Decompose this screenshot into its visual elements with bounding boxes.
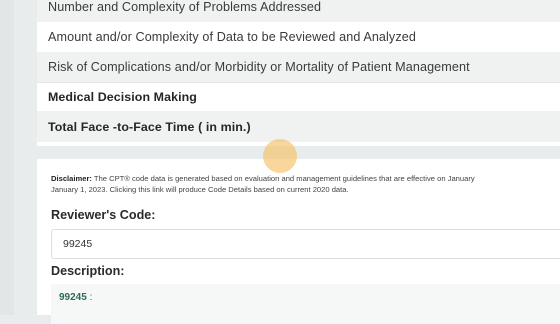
description-label: Description: xyxy=(51,264,125,278)
code-result-panel: Disclaimer: The CPT® code data is genera… xyxy=(37,159,560,324)
row-label: Total Face -to-Face Time ( in min.) xyxy=(48,119,251,134)
row-data-reviewed: Amount and/or Complexity of Data to be R… xyxy=(37,22,560,52)
row-problems-addressed: Number and Complexity of Problems Addres… xyxy=(37,0,560,22)
disclaimer-line-1: The CPT® code data is generated based on… xyxy=(91,174,475,183)
row-label: Risk of Complications and/or Morbidity o… xyxy=(48,60,470,74)
row-label: Amount and/or Complexity of Data to be R… xyxy=(48,30,416,44)
reviewers-code-label: Reviewer's Code: xyxy=(51,208,156,222)
description-code: 99245 : xyxy=(59,292,92,303)
row-total-time: Total Face -to-Face Time ( in min.) xyxy=(37,111,560,142)
row-medical-decision-making: Medical Decision Making xyxy=(37,82,560,112)
reviewers-code-value: 99245 xyxy=(63,238,93,250)
disclaimer-text: Disclaimer: The CPT® code data is genera… xyxy=(51,173,560,195)
reviewers-code-field[interactable]: 99245 xyxy=(51,229,560,259)
row-risk-of-complications: Risk of Complications and/or Morbidity o… xyxy=(37,52,560,82)
cursor-highlight xyxy=(263,139,297,173)
left-gutter xyxy=(0,0,14,315)
description-colon: : xyxy=(86,292,93,303)
row-label: Medical Decision Making xyxy=(48,90,197,104)
description-code-value: 99245 xyxy=(59,292,87,303)
mdm-summary-table: Number and Complexity of Problems Addres… xyxy=(37,0,560,146)
disclaimer-line-2: January 1, 2023. Clicking this link will… xyxy=(51,185,349,194)
row-label: Number and Complexity of Problems Addres… xyxy=(48,0,322,14)
disclaimer-label: Disclaimer: xyxy=(51,174,92,183)
description-box: 99245 : xyxy=(51,284,560,324)
